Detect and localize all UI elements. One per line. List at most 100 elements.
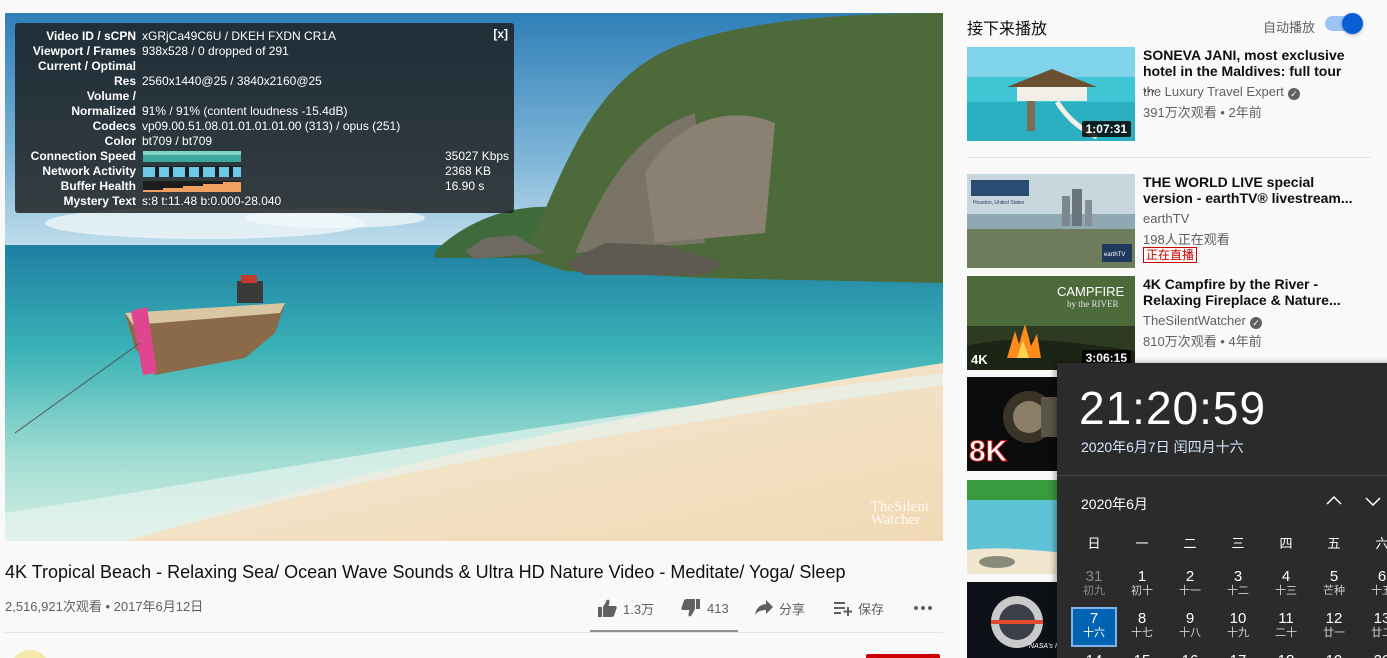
next-month-button[interactable] [1363, 491, 1383, 511]
recommended-video[interactable]: CAMPFIRE by the RIVER 4K 3:06:15 4K Camp… [967, 276, 1377, 370]
calendar-day[interactable]: 16 [1167, 649, 1213, 658]
save-button[interactable]: 保存 [834, 597, 884, 619]
calendar-day[interactable]: 12 廿一 [1311, 607, 1357, 647]
channel-name[interactable]: TheSilentWatcher ✓ [1143, 313, 1262, 329]
stats-label: Mystery Text [63, 194, 136, 208]
video-player[interactable]: [x] Video ID / sCPN xGRjCa49C6U / DKEH F… [5, 13, 943, 541]
calendar-day[interactable]: 6十五 [1359, 565, 1387, 605]
subscribe-button[interactable] [866, 654, 940, 658]
more-horiz-icon [914, 606, 932, 610]
share-button[interactable]: 分享 [755, 597, 805, 619]
stats-value: 2368 KB [445, 164, 492, 178]
calendar-day[interactable]: 31 初九 [1071, 565, 1117, 605]
weekday-header: 六 [1375, 536, 1387, 551]
thumb-title-text: CAMPFIRE [1057, 284, 1125, 299]
calendar-day[interactable]: 2 十一 [1167, 565, 1213, 605]
dislike-button[interactable]: 413 [681, 597, 729, 619]
calendar-day[interactable]: 9 十八 [1167, 607, 1213, 647]
channel-avatar[interactable] [10, 650, 50, 658]
connection-speed-graph [143, 151, 241, 162]
like-button[interactable]: 1.3万 [597, 597, 654, 619]
channel-watermark[interactable]: TheSilent Watcher [871, 500, 929, 528]
day-number: 15 [1119, 652, 1165, 658]
day-number: 12 [1325, 610, 1343, 627]
stats-label: Normalized [71, 104, 136, 118]
thumb-8k-text: 8K [969, 435, 1008, 468]
video-thumbnail[interactable]: 1:07:31 [967, 47, 1135, 141]
stats-value: s:8 t:11.48 b:0.000-28.040 [142, 194, 282, 208]
stats-row-connection: Connection Speed 35027 Kbps [15, 149, 514, 164]
recommended-video[interactable]: Houston, United States earthTV THE WORLD… [967, 174, 1377, 268]
autoplay-toggle[interactable] [1325, 13, 1363, 34]
calendar-day[interactable]: 8 十七 [1119, 607, 1165, 647]
stats-value: vp09.00.51.08.01.01.01.01.00 (313) / opu… [142, 119, 401, 133]
more-actions-button[interactable] [913, 597, 939, 619]
like-count: 1.3万 [623, 601, 655, 617]
lunar-date: 十八 [1179, 627, 1201, 639]
calendar-day[interactable]: 20 [1359, 649, 1387, 658]
calendar-day[interactable]: 15 [1119, 649, 1165, 658]
calendar-day-today[interactable]: 7 十六 [1071, 607, 1117, 647]
day-number: 4 [1281, 568, 1291, 585]
calendar-day[interactable]: 17 [1215, 649, 1261, 658]
stats-label: Connection Speed [30, 149, 136, 163]
video-title[interactable]: THE WORLD LIVE special version - earthTV… [1143, 174, 1353, 206]
thumbnail-image: Houston, United States earthTV [967, 174, 1135, 268]
recommended-video[interactable]: 1:07:31 SONEVA JANI, most exclusive hote… [967, 47, 1377, 141]
channel-name[interactable]: earthTV [1143, 211, 1189, 226]
stats-value: 2560x1440@25 / 3840x2160@25 [142, 74, 322, 88]
weekday-header: 一 [1135, 536, 1149, 551]
verified-icon: ✓ [1287, 88, 1300, 100]
day-number: 19 [1311, 652, 1357, 658]
calendar-day[interactable]: 3 十二 [1215, 565, 1261, 605]
stats-row: Video ID / sCPN xGRjCa49C6U / DKEH FXDN … [15, 29, 514, 44]
calendar-day[interactable]: 5 芒种 [1311, 565, 1357, 605]
calendar-day[interactable]: 14 [1071, 649, 1117, 658]
day-number: 2 [1185, 568, 1195, 585]
day-number: 7 [1089, 610, 1099, 627]
calendar-day[interactable]: 4 十三 [1263, 565, 1309, 605]
thumb-city-text: Houston, United States [973, 200, 1025, 206]
day-number: 5 [1329, 568, 1339, 585]
lunar-date: 十九 [1227, 627, 1249, 639]
calendar-day[interactable]: 11 二十 [1263, 607, 1309, 647]
thumbs-up-icon [598, 599, 617, 617]
calendar-day[interactable]: 18 [1263, 649, 1309, 658]
calendar-day[interactable]: 10 十九 [1215, 607, 1261, 647]
stats-row: Current / Optimal [15, 59, 514, 74]
lunar-date: 廿二 [1371, 627, 1387, 639]
previous-month-button[interactable] [1324, 491, 1344, 511]
video-thumbnail[interactable]: Houston, United States earthTV [967, 174, 1135, 268]
calendar-month-label[interactable]: 2020年6月 [1081, 494, 1148, 514]
video-thumbnail[interactable]: CAMPFIRE by the RIVER 4K 3:06:15 [967, 276, 1135, 370]
day-number: 3 [1233, 568, 1243, 585]
stats-value: 938x528 / 0 dropped of 291 [142, 44, 289, 58]
thumb-4k-text: 4K [971, 352, 988, 367]
lunar-date: 初十 [1131, 585, 1153, 597]
stats-row: Normalized 91% / 91% (content loudness -… [15, 104, 514, 119]
clock-date-link[interactable]: 2020年6月7日 闰四月十六 [1081, 437, 1244, 457]
playlist-add-icon [834, 602, 852, 616]
autoplay-label: 自动播放 [1263, 20, 1316, 35]
channel-name[interactable]: the Luxury Travel Expert ✓ [1143, 84, 1300, 100]
save-label: 保存 [858, 601, 885, 617]
stats-label: Buffer Health [60, 179, 136, 193]
calendar-day[interactable]: 13廿二 [1359, 607, 1387, 647]
stats-label: Res [113, 74, 136, 88]
divider [5, 632, 943, 633]
stats-label: Color [104, 134, 136, 148]
channel-name-text: the Luxury Travel Expert [1143, 84, 1284, 99]
toggle-knob [1342, 13, 1363, 34]
stats-label: Current / Optimal [37, 59, 136, 73]
dislike-count: 413 [707, 600, 729, 616]
calendar-day[interactable]: 1 初十 [1119, 565, 1165, 605]
day-number: 8 [1137, 610, 1147, 627]
calendar-day[interactable]: 19 [1311, 649, 1357, 658]
view-count: 391万次观看 • 2年前 [1143, 105, 1262, 120]
network-activity-graph [143, 166, 241, 177]
share-icon [755, 600, 773, 615]
verified-icon: ✓ [1249, 317, 1262, 329]
day-number: 20 [1359, 652, 1387, 658]
day-number: 14 [1071, 652, 1117, 658]
video-title[interactable]: 4K Campfire by the River - Relaxing Fire… [1143, 276, 1353, 308]
